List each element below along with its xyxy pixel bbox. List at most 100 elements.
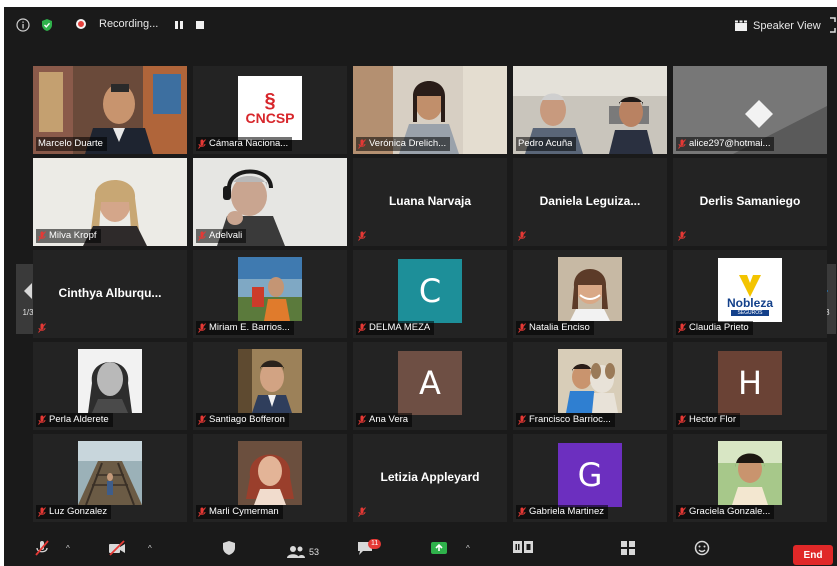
participant-name: Luz Gonzalez (49, 506, 108, 517)
video-options-chevron-icon[interactable]: ^ (148, 544, 152, 553)
participant-tile[interactable]: C DELMA MEZA (353, 250, 507, 338)
participant-tile[interactable]: Miriam E. Barrios... (193, 250, 347, 338)
participant-tile[interactable]: Marli Cymerman (193, 434, 347, 522)
participant-name-bar: alice297@hotmai... (676, 137, 775, 151)
unmute-button[interactable] (34, 540, 50, 564)
recording-controls-button[interactable] (512, 540, 534, 564)
breakout-rooms-button[interactable] (620, 540, 636, 564)
participant-name: Gabriela Martinez (529, 506, 604, 517)
participant-name-bar: Luz Gonzalez (36, 505, 112, 519)
participant-name-bar (356, 505, 370, 519)
participant-name-bar: Marcelo Duarte (36, 137, 107, 151)
end-meeting-button[interactable]: End (793, 545, 833, 565)
participant-name: Milva Kropf (49, 230, 97, 241)
speaker-view-label: Speaker View (753, 20, 821, 32)
participant-tile[interactable]: § CNCSP Cámara Naciona... (193, 66, 347, 154)
muted-mic-icon (198, 507, 206, 517)
security-button[interactable] (222, 540, 236, 564)
video-off-icon (109, 540, 125, 556)
participant-display-name: Derlis Samaniego (699, 194, 801, 208)
muted-mic-icon (198, 139, 206, 149)
start-video-button[interactable] (108, 540, 126, 564)
muted-mic-icon (198, 231, 206, 241)
participant-tile[interactable]: Luana Narvaja (353, 158, 507, 246)
participant-avatar: H (718, 351, 782, 415)
participant-avatar: A (398, 351, 462, 415)
participant-tile[interactable]: alice297@hotmai... (673, 66, 827, 154)
fullscreen-icon[interactable] (828, 17, 837, 33)
recording-indicator-icon (76, 19, 86, 29)
audio-options-chevron-icon[interactable]: ^ (66, 544, 70, 553)
share-screen-button[interactable] (430, 540, 448, 564)
participant-name: Pedro Acuña (518, 138, 573, 149)
participant-tile[interactable]: Marcelo Duarte (33, 66, 187, 154)
nobleza-logo-text: Nobleza (726, 296, 773, 310)
participant-tile[interactable]: Cinthya Alburqu... (33, 250, 187, 338)
participant-name-bar: Santiago Bofferon (196, 413, 289, 427)
participant-tile[interactable]: Derlis Samaniego (673, 158, 827, 246)
nobleza-logo-subtext: SEGUROS (731, 310, 769, 316)
participant-tile[interactable]: Santiago Bofferon (193, 342, 347, 430)
participant-name: DELMA MEZA (369, 322, 431, 333)
participant-display-name: Letizia Appleyard (380, 470, 480, 484)
muted-mic-icon (38, 323, 46, 333)
participant-name-bar (36, 321, 50, 335)
participant-photo (238, 441, 302, 505)
speaker-view-button[interactable]: Speaker View (734, 16, 821, 36)
participant-name-bar (516, 229, 530, 243)
participant-tile[interactable]: A Ana Vera (353, 342, 507, 430)
pause-recording-icon[interactable] (172, 19, 186, 31)
participant-name: Francisco Barrioc... (529, 414, 611, 425)
participant-photo (558, 349, 622, 413)
participant-tile[interactable]: Verónica Drelich... (353, 66, 507, 154)
reactions-button[interactable] (694, 540, 710, 564)
participants-count: 53 (309, 547, 320, 557)
pause-stop-recording-icon (513, 541, 533, 553)
muted-mic-icon (518, 323, 526, 333)
muted-mic-icon (518, 507, 526, 517)
participant-photo (718, 441, 782, 505)
muted-mic-icon (518, 231, 526, 241)
muted-mic-icon (678, 415, 686, 425)
participant-tile[interactable]: Milva Kropf (33, 158, 187, 246)
chat-unread-badge: 11 (368, 539, 382, 549)
participants-button[interactable]: 53 (286, 540, 319, 564)
participant-tile[interactable]: Nobleza SEGUROS Claudia Prieto (673, 250, 827, 338)
participant-tile[interactable]: Luz Gonzalez (33, 434, 187, 522)
share-options-chevron-icon[interactable]: ^ (466, 544, 470, 553)
participant-name: Santiago Bofferon (209, 414, 285, 425)
participant-tile[interactable]: Adelvali (193, 158, 347, 246)
security-shield-icon (223, 541, 235, 555)
stop-recording-icon[interactable] (194, 19, 206, 31)
participant-name-bar: Pedro Acuña (516, 137, 577, 151)
muted-mic-icon (358, 231, 366, 241)
participant-name: Hector Flor (689, 414, 736, 425)
participant-photo (558, 257, 622, 321)
muted-mic-icon (198, 415, 206, 425)
page-indicator-left: 1/3 (22, 307, 34, 317)
muted-mic-icon (358, 415, 366, 425)
muted-mic-icon (678, 507, 686, 517)
participant-tile-active-speaker[interactable]: Pedro Acuña (513, 66, 667, 154)
participant-name-bar: Claudia Prieto (676, 321, 753, 335)
participant-tile[interactable]: Francisco Barrioc... (513, 342, 667, 430)
muted-mic-icon (358, 323, 366, 333)
participant-tile[interactable]: G Gabriela Martinez (513, 434, 667, 522)
participant-tile[interactable]: Daniela Leguiza... (513, 158, 667, 246)
participant-name-bar: Ana Vera (356, 413, 413, 427)
participant-name: Marcelo Duarte (38, 138, 103, 149)
participant-name-bar: Gabriela Martinez (516, 505, 608, 519)
shield-icon[interactable] (40, 18, 54, 32)
participant-avatar: G (558, 443, 622, 507)
participant-tile[interactable]: Perla Alderete (33, 342, 187, 430)
cncsp-logo: § CNCSP (238, 76, 302, 140)
participant-tile[interactable]: Graciela Gonzale... (673, 434, 827, 522)
participant-avatar: C (398, 259, 462, 323)
participant-photo (78, 349, 142, 413)
muted-mic-icon (38, 507, 46, 517)
info-icon[interactable] (16, 18, 30, 32)
participant-tile[interactable]: Letizia Appleyard (353, 434, 507, 522)
participant-tile[interactable]: Natalia Enciso (513, 250, 667, 338)
participant-name-bar: Marli Cymerman (196, 505, 283, 519)
participant-tile[interactable]: H Hector Flor (673, 342, 827, 430)
